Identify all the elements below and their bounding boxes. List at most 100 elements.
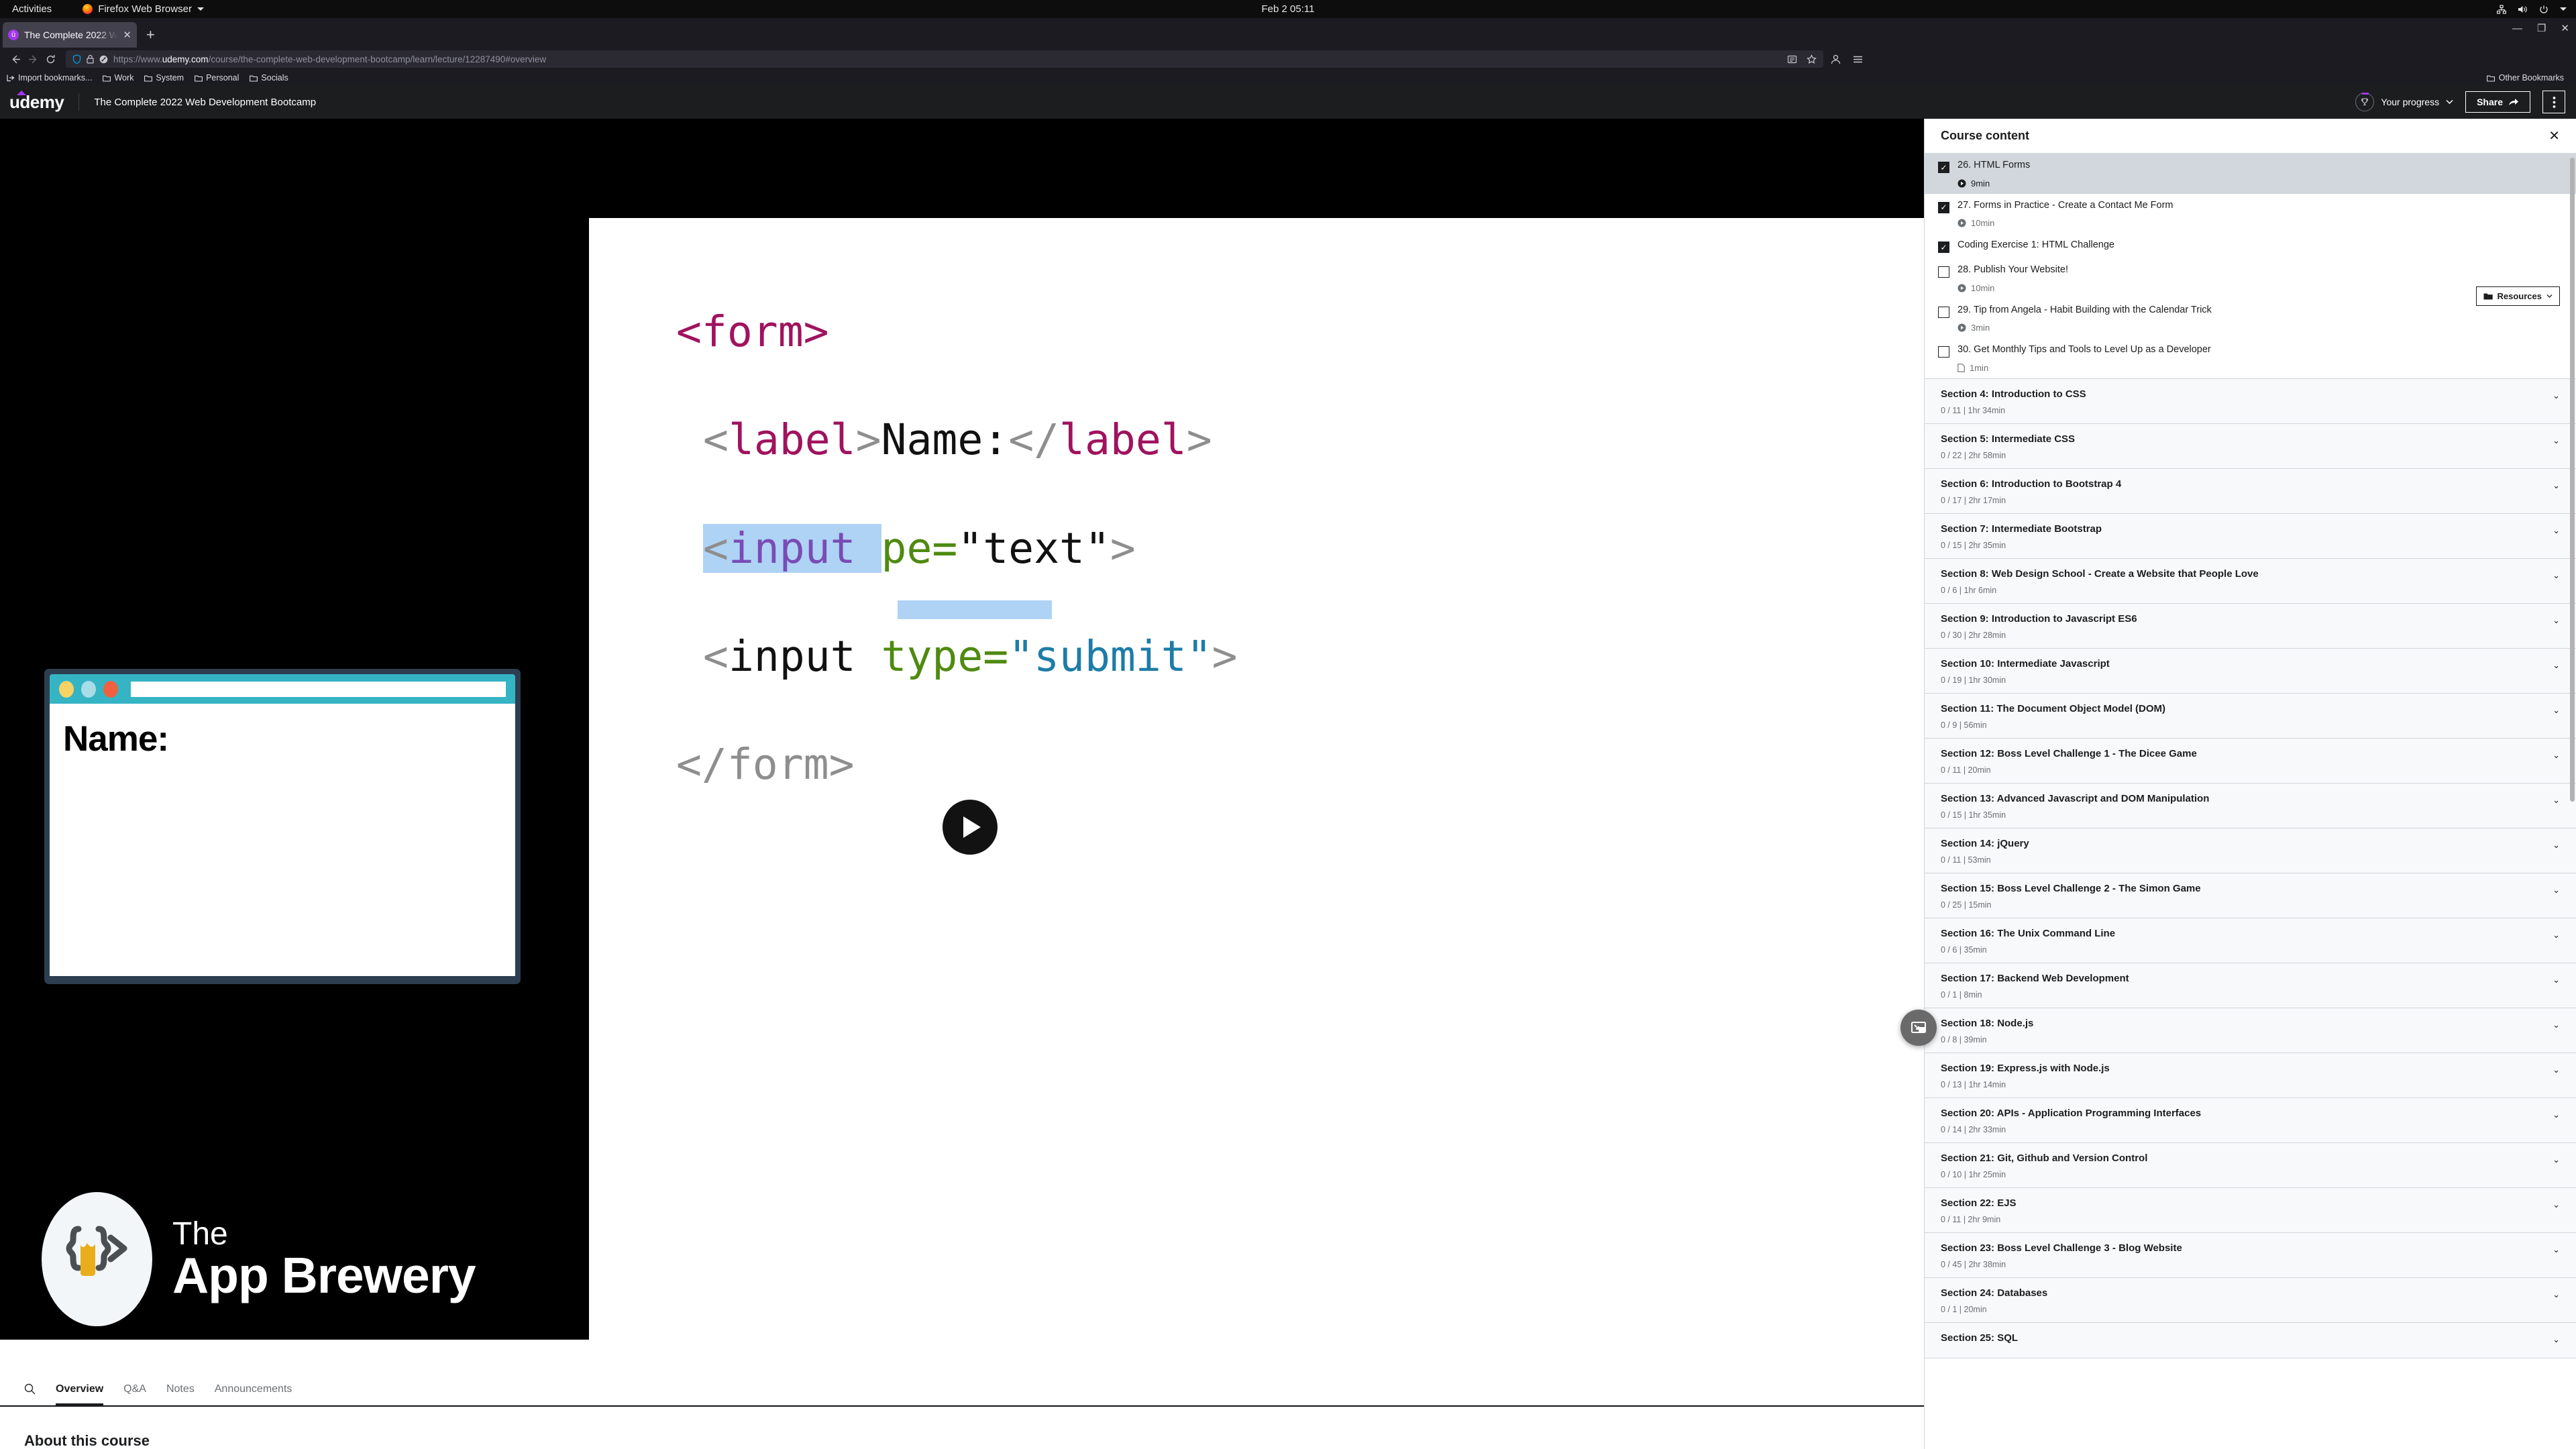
bookmark-folder-socials[interactable]: Socials [250, 73, 288, 83]
new-tab-button[interactable]: + [146, 26, 155, 44]
chevron-down-icon[interactable]: ⌄ [2553, 1244, 2560, 1255]
app-menu[interactable]: Firefox Web Browser [83, 3, 204, 15]
sidebar-item-section[interactable]: Section 24: Databases 0 / 1 | 20min ⌄ [1925, 1277, 2576, 1323]
sidebar-item-section[interactable]: Section 14: jQuery 0 / 11 | 53min ⌄ [1925, 828, 2576, 873]
chevron-down-icon[interactable]: ⌄ [2553, 525, 2560, 536]
forward-button[interactable] [24, 50, 42, 68]
sidebar-item-section[interactable]: Section 12: Boss Level Challenge 1 - The… [1925, 738, 2576, 784]
section-title: Section 14: jQuery [1941, 837, 2029, 849]
list-item[interactable]: 30. Get Monthly Tips and Tools to Level … [1925, 338, 2576, 378]
clock[interactable]: Feb 2 05:11 [1262, 3, 1315, 15]
chevron-down-icon[interactable]: ⌄ [2553, 750, 2560, 761]
sidebar-item-section[interactable]: Section 15: Boss Level Challenge 2 - The… [1925, 873, 2576, 918]
share-arrow-icon [2509, 99, 2518, 105]
tab-notes[interactable]: Notes [166, 1373, 195, 1405]
lecture-meta: 9min [1957, 178, 2560, 189]
sidebar-item-section[interactable]: Section 7: Intermediate Bootstrap 0 / 15 … [1925, 513, 2576, 559]
sidebar-item-section[interactable]: Section 6: Introduction to Bootstrap 4 0 … [1925, 468, 2576, 514]
bookmark-folder-system[interactable]: System [144, 73, 184, 83]
sidebar-item-section[interactable]: Section 11: The Document Object Model (D… [1925, 693, 2576, 739]
sidebar-item-section[interactable]: Section 22: EJS 0 / 11 | 2hr 9min ⌄ [1925, 1187, 2576, 1233]
close-icon[interactable]: ✕ [123, 29, 131, 41]
lecture-checkbox[interactable]: ✓ [1938, 162, 1949, 173]
sidebar-item-section[interactable]: Section 13: Advanced Javascript and DOM … [1925, 783, 2576, 828]
lecture-checkbox[interactable]: ✓ [1938, 241, 1949, 254]
lecture-checkbox[interactable] [1938, 266, 1949, 278]
lecture-checkbox[interactable] [1938, 306, 1949, 318]
tab-qa[interactable]: Q&A [123, 1373, 146, 1405]
bookmark-import[interactable]: Import bookmarks... [7, 73, 92, 83]
picture-in-picture-button[interactable] [1900, 1010, 1937, 1046]
list-item[interactable]: ✓ Coding Exercise 1: HTML Challenge [1925, 233, 2576, 258]
video-player[interactable]: <form> <label>Name:</label> <input pe="t… [0, 119, 1924, 1407]
share-button[interactable]: Share [2465, 91, 2530, 113]
list-item[interactable]: 28. Publish Your Website! 10min Resource… [1925, 258, 2576, 307]
activities-button[interactable]: Activities [12, 3, 52, 15]
chevron-down-icon[interactable]: ⌄ [2553, 1155, 2560, 1165]
play-button[interactable] [943, 800, 998, 855]
sidebar-item-section[interactable]: Section 21: Git, Github and Version Cont… [1925, 1142, 2576, 1188]
chevron-down-icon[interactable]: ⌄ [2553, 795, 2560, 806]
maximize-button[interactable]: ❐ [2537, 22, 2546, 34]
reload-button[interactable] [42, 50, 59, 68]
sidebar-item-section[interactable]: Section 20: APIs - Application Programmi… [1925, 1097, 2576, 1143]
lecture-meta: 10min [1957, 218, 2560, 228]
chevron-down-icon[interactable]: ⌄ [2553, 1289, 2560, 1300]
sidebar-item-section[interactable]: Section 17: Backend Web Development 0 / 1… [1925, 963, 2576, 1008]
sidebar-scrollbar[interactable] [2570, 158, 2575, 802]
chevron-down-icon[interactable]: ⌄ [2553, 975, 2560, 985]
your-progress-button[interactable]: Your progress [2355, 93, 2453, 111]
chevron-down-icon[interactable]: ⌄ [2553, 930, 2560, 941]
system-tray[interactable] [2497, 4, 2567, 14]
url-bar[interactable]: https://www.udemy.com/course/the-complet… [66, 50, 1823, 68]
chevron-down-icon[interactable]: ⌄ [2553, 570, 2560, 581]
list-item[interactable]: ✓ 27. Forms in Practice - Create a Conta… [1925, 194, 2576, 234]
chevron-down-icon[interactable]: ⌄ [2553, 435, 2560, 446]
chevron-down-icon[interactable]: ⌄ [2553, 1199, 2560, 1210]
browser-tab[interactable]: ū The Complete 2022 Web ✕ [3, 22, 137, 48]
more-options-button[interactable] [2542, 91, 2565, 113]
tab-announcements[interactable]: Announcements [215, 1373, 292, 1405]
sidebar-item-section[interactable]: Section 10: Intermediate Javascript 0 / 1… [1925, 648, 2576, 694]
list-item[interactable]: ✓ 26. HTML Forms 9min [1925, 154, 2576, 194]
back-button[interactable] [7, 50, 24, 68]
other-bookmarks-folder[interactable]: Other Bookmarks [2486, 73, 2569, 83]
sidebar-item-section[interactable]: Section 18: Node.js 0 / 8 | 39min ⌄ [1925, 1008, 2576, 1053]
close-sidebar-button[interactable]: ✕ [2548, 127, 2560, 144]
close-window-button[interactable]: ✕ [2561, 22, 2569, 34]
toolbar-right-buttons [1830, 54, 1869, 65]
lecture-checkbox[interactable] [1938, 346, 1949, 358]
sidebar-item-section[interactable]: Section 9: Introduction to Javascript ES… [1925, 603, 2576, 649]
mockup-body: Name: [50, 704, 515, 976]
sidebar-item-section[interactable]: Section 8: Web Design School - Create a … [1925, 558, 2576, 604]
search-icon[interactable] [24, 1383, 36, 1395]
bookmark-folder-work[interactable]: Work [103, 73, 133, 83]
chevron-down-icon[interactable]: ⌄ [2553, 1110, 2560, 1120]
chevron-down-icon[interactable]: ⌄ [2553, 615, 2560, 626]
udemy-logo[interactable]: udemy [9, 90, 64, 113]
tab-overview[interactable]: Overview [56, 1373, 104, 1405]
list-item[interactable]: 29. Tip from Angela - Habit Building wit… [1925, 299, 2576, 339]
sidebar-item-section[interactable]: Section 4: Introduction to CSS 0 / 11 | 1… [1925, 378, 2576, 424]
chevron-down-icon[interactable]: ⌄ [2553, 660, 2560, 671]
chevron-down-icon[interactable]: ⌄ [2553, 1334, 2560, 1345]
bookmark-folder-personal[interactable]: Personal [195, 73, 239, 83]
sidebar-item-section[interactable]: Section 5: Intermediate CSS 0 / 22 | 2hr … [1925, 423, 2576, 469]
sidebar-item-section[interactable]: Section 19: Express.js with Node.js 0 / 1… [1925, 1053, 2576, 1098]
sidebar-item-section[interactable]: Section 23: Boss Level Challenge 3 - Blo… [1925, 1232, 2576, 1278]
minimize-button[interactable]: — [2512, 23, 2522, 34]
chevron-down-icon[interactable]: ⌄ [2553, 390, 2560, 401]
chevron-down-icon[interactable]: ⌄ [2553, 480, 2560, 491]
chevron-down-icon[interactable]: ⌄ [2553, 1065, 2560, 1075]
section-title: Section 22: EJS [1941, 1197, 2017, 1209]
sidebar-item-section[interactable]: Section 25: SQL ⌄ [1925, 1322, 2576, 1358]
section-meta: 0 / 1 | 8min [1941, 989, 1982, 1000]
chevron-down-icon[interactable] [2560, 7, 2567, 11]
chevron-down-icon[interactable]: ⌄ [2553, 705, 2560, 716]
chevron-down-icon[interactable]: ⌄ [2553, 1020, 2560, 1030]
chevron-down-icon[interactable]: ⌄ [2553, 885, 2560, 896]
sidebar-scroll-area[interactable]: ✓ 26. HTML Forms 9min ✓ 27. Forms in Pra… [1925, 154, 2576, 1449]
sidebar-item-section[interactable]: Section 16: The Unix Command Line 0 / 6 |… [1925, 918, 2576, 963]
chevron-down-icon[interactable]: ⌄ [2553, 840, 2560, 851]
lecture-checkbox[interactable]: ✓ [1938, 201, 1949, 213]
